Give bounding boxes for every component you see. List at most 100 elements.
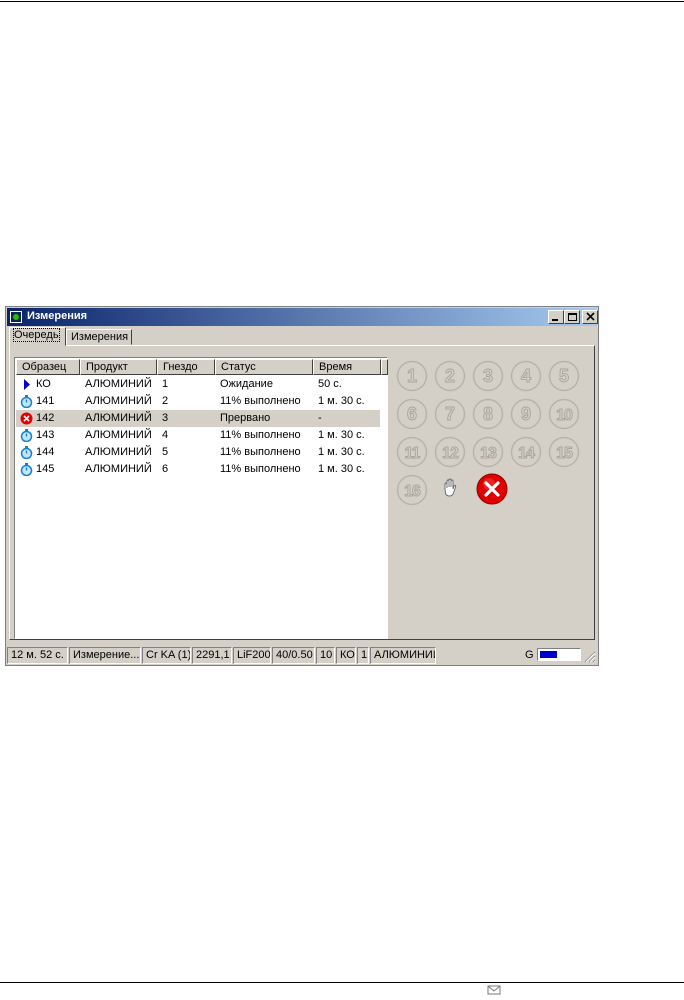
cell-slot: 4 <box>162 429 169 441</box>
g-level-fill <box>540 651 557 658</box>
cell-slot: 5 <box>162 446 169 458</box>
slot-button[interactable]: 4 <box>510 360 542 392</box>
table-row[interactable]: 145 АЛЮМИНИЙ 6 11% выполнено 1 м. 30 с. <box>16 461 380 478</box>
g-label: G <box>525 649 534 661</box>
cell-sample: 142 <box>36 412 55 424</box>
queue-list[interactable]: Образец Продукт Гнездо Статус Время КО А… <box>14 357 388 639</box>
tab-measurements-label: Измерения <box>71 331 129 343</box>
measurements-window: Измерения Очередь Измерения Образец Прод… <box>5 306 599 666</box>
cell-product: АЛЮМИНИЙ <box>85 395 152 407</box>
slot-label: 11 <box>405 445 421 462</box>
table-row[interactable]: 143 АЛЮМИНИЙ 4 11% выполнено 1 м. 30 с. <box>16 427 380 444</box>
column-header-sample[interactable]: Образец <box>16 359 80 375</box>
page-top-rule <box>0 1 684 2</box>
list-header: Образец Продукт Гнездо Статус Время <box>16 359 388 375</box>
close-button[interactable] <box>582 310 598 324</box>
slot-button[interactable]: 2 <box>434 360 466 392</box>
cell-product: АЛЮМИНИЙ <box>85 446 152 458</box>
cell-time: 1 м. 30 с. <box>318 446 365 458</box>
column-header-filler <box>381 359 388 375</box>
slot-button[interactable]: 7 <box>434 398 466 430</box>
status-bar: 12 м. 52 с. Измерение... Cr KA (1) 2291,… <box>7 646 597 665</box>
slot-button[interactable]: 9 <box>510 398 542 430</box>
cell-status: Ожидание <box>220 378 273 390</box>
g-level-bar <box>537 648 581 661</box>
slot-button[interactable]: 16 <box>396 474 428 506</box>
slot-label: 2 <box>445 366 455 386</box>
slot-button[interactable]: 12 <box>434 436 466 468</box>
column-header-status[interactable]: Статус <box>215 359 313 375</box>
error-icon <box>20 412 33 425</box>
cell-product: АЛЮМИНИЙ <box>85 412 152 424</box>
slot-label: 9 <box>521 404 531 424</box>
stopwatch-icon <box>20 446 33 459</box>
slot-label: 15 <box>556 445 573 462</box>
close-icon <box>586 312 595 321</box>
cell-product: АЛЮМИНИЙ <box>85 429 152 441</box>
cell-time: 1 м. 30 с. <box>318 463 365 475</box>
slot-label: 6 <box>407 404 417 424</box>
tab-queue[interactable]: Очередь <box>9 327 66 346</box>
envelope-icon <box>487 985 501 995</box>
status-angle: 2291,1 <box>192 647 232 664</box>
column-header-product[interactable]: Продукт <box>80 359 157 375</box>
cell-status: 11% выполнено <box>220 446 301 458</box>
cell-time: 1 м. 30 с. <box>318 429 365 441</box>
resize-grip-icon[interactable] <box>583 650 596 663</box>
app-icon <box>10 311 22 323</box>
play-arrow-icon <box>24 379 30 390</box>
status-sample: КО <box>336 647 356 664</box>
slot-button[interactable]: 1 <box>396 360 428 392</box>
tab-measurements[interactable]: Измерения <box>66 329 132 345</box>
cell-time: - <box>318 412 322 424</box>
status-state: Измерение... <box>69 647 141 664</box>
stopwatch-icon <box>20 463 33 476</box>
slot-label: 12 <box>442 445 459 462</box>
slot-label: 4 <box>521 366 531 386</box>
slot-label: 10 <box>556 407 573 424</box>
slot-label: 3 <box>483 366 493 386</box>
slot-label: 13 <box>480 445 497 462</box>
table-row[interactable]: 144 АЛЮМИНИЙ 5 11% выполнено 1 м. 30 с. <box>16 444 380 461</box>
hand-icon[interactable] <box>441 478 459 498</box>
cell-sample: 143 <box>36 429 55 441</box>
minimize-button[interactable] <box>548 310 564 324</box>
table-row[interactable]: 141 АЛЮМИНИЙ 2 11% выполнено 1 м. 30 с. <box>16 393 380 410</box>
slot-label: 16 <box>404 483 421 500</box>
status-product: АЛЮМИНИЙ <box>370 647 436 664</box>
column-header-slot[interactable]: Гнездо <box>157 359 215 375</box>
stopwatch-icon <box>20 429 33 442</box>
status-slot: 1 <box>357 647 369 664</box>
window-title: Измерения <box>27 310 88 322</box>
title-bar[interactable]: Измерения <box>7 308 598 326</box>
slot-button[interactable]: 5 <box>548 360 580 392</box>
slot-button[interactable]: 3 <box>472 360 504 392</box>
slot-button[interactable]: 8 <box>472 398 504 430</box>
cancel-icon[interactable] <box>476 473 508 505</box>
stopwatch-icon <box>20 395 33 408</box>
slot-label: 8 <box>483 404 493 424</box>
slot-button[interactable]: 15 <box>548 436 580 468</box>
slot-button[interactable]: 14 <box>510 436 542 468</box>
slot-button[interactable]: 13 <box>472 436 504 468</box>
cell-sample: КО <box>36 378 51 390</box>
cell-status: Прервано <box>220 412 271 424</box>
slot-button[interactable]: 10 <box>548 398 580 430</box>
slot-label: 1 <box>407 366 417 386</box>
cell-time: 1 м. 30 с. <box>318 395 365 407</box>
cell-sample: 141 <box>36 395 55 407</box>
status-power: 40/0.50 <box>272 647 315 664</box>
maximize-icon <box>568 313 577 321</box>
status-count: 10 <box>316 647 335 664</box>
cell-product: АЛЮМИНИЙ <box>85 378 152 390</box>
column-header-time[interactable]: Время <box>313 359 381 375</box>
maximize-button[interactable] <box>564 310 580 324</box>
status-line: Cr KA (1) <box>142 647 191 664</box>
cell-time: 50 с. <box>318 378 342 390</box>
cell-status: 11% выполнено <box>220 429 301 441</box>
cell-sample: 145 <box>36 463 55 475</box>
slot-button[interactable]: 11 <box>396 436 428 468</box>
table-row[interactable]: 142 АЛЮМИНИЙ 3 Прервано - <box>16 410 380 427</box>
table-row[interactable]: КО АЛЮМИНИЙ 1 Ожидание 50 с. <box>16 376 380 393</box>
slot-button[interactable]: 6 <box>396 398 428 430</box>
